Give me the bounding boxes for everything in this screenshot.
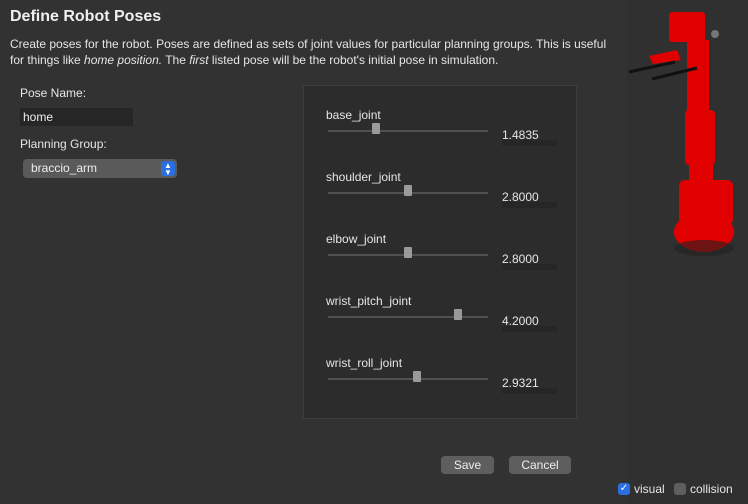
joint-name: wrist_roll_joint bbox=[326, 356, 403, 370]
joint-name: base_joint bbox=[326, 108, 381, 122]
desc-text: listed pose will be the robot's initial … bbox=[208, 53, 499, 67]
slider-thumb[interactable] bbox=[413, 371, 422, 382]
pose-name-input[interactable]: home bbox=[20, 108, 133, 126]
planning-group-select[interactable]: braccio_arm ▲ ▼ bbox=[23, 159, 177, 178]
desc-em: first bbox=[189, 53, 209, 67]
robot-viewer[interactable] bbox=[627, 0, 748, 504]
joint-slider[interactable] bbox=[328, 314, 488, 320]
visual-label: visual bbox=[634, 482, 665, 496]
visual-checkbox[interactable]: ✓ bbox=[618, 483, 630, 495]
planning-group-value: braccio_arm bbox=[31, 161, 98, 175]
chevron-updown-icon: ▲ ▼ bbox=[161, 161, 175, 177]
robot-arm-model bbox=[628, 12, 734, 256]
collision-checkbox[interactable] bbox=[674, 483, 686, 495]
joint-value[interactable]: 2.8000 bbox=[502, 191, 557, 208]
joint-value[interactable]: 2.8000 bbox=[502, 253, 557, 270]
save-button[interactable]: Save bbox=[441, 456, 494, 474]
joint-slider[interactable] bbox=[328, 128, 488, 134]
joint-name: wrist_pitch_joint bbox=[326, 294, 412, 308]
slider-thumb[interactable] bbox=[372, 123, 381, 134]
slider-thumb[interactable] bbox=[454, 309, 463, 320]
desc-text: The bbox=[162, 53, 190, 67]
slider-thumb[interactable] bbox=[404, 247, 412, 258]
pose-name-label: Pose Name: bbox=[20, 86, 87, 100]
slider-thumb[interactable] bbox=[404, 185, 412, 196]
desc-em: home position. bbox=[84, 53, 163, 67]
joint-value[interactable]: 2.9321 bbox=[502, 377, 557, 394]
joint-value[interactable]: 1.4835 bbox=[502, 129, 557, 146]
joint-name: shoulder_joint bbox=[326, 170, 401, 184]
cancel-button[interactable]: Cancel bbox=[509, 456, 571, 474]
joint-value[interactable]: 4.2000 bbox=[502, 315, 557, 332]
planning-group-label: Planning Group: bbox=[20, 137, 107, 151]
page-description: Create poses for the robot. Poses are de… bbox=[10, 36, 610, 68]
collision-label: collision bbox=[690, 482, 733, 496]
page-title: Define Robot Poses bbox=[10, 8, 162, 25]
joint-sliders-panel: base_joint 1.4835 shoulder_joint 2.8000 el… bbox=[303, 85, 577, 419]
joint-slider[interactable] bbox=[328, 376, 488, 382]
joint-name: elbow_joint bbox=[326, 232, 387, 246]
